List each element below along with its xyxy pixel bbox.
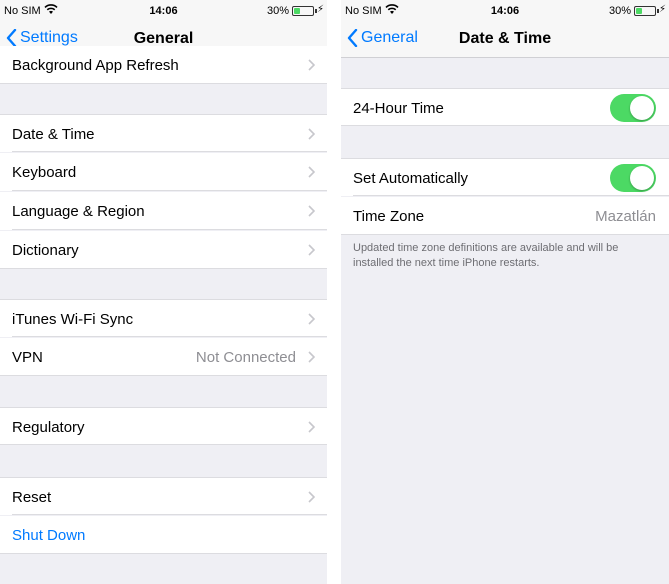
shut-down-button[interactable]: Shut Down bbox=[0, 516, 327, 554]
battery-icon bbox=[634, 6, 659, 16]
battery-icon bbox=[292, 6, 317, 16]
set-automatically-toggle[interactable] bbox=[610, 164, 656, 192]
chevron-right-icon bbox=[308, 313, 315, 325]
row-label: Time Zone bbox=[353, 208, 425, 225]
row-label: Reset bbox=[12, 489, 52, 506]
date-time-screen: No SIM 14:06 30% ⚡ General Date & Time 2… bbox=[341, 0, 669, 584]
row-regulatory[interactable]: Regulatory bbox=[0, 407, 327, 445]
status-bar: No SIM 14:06 30% ⚡ bbox=[341, 0, 669, 22]
row-dictionary[interactable]: Dictionary bbox=[0, 231, 327, 269]
row-label: 24-Hour Time bbox=[353, 100, 444, 117]
general-screen: No SIM 14:06 30% ⚡ Settings General Back… bbox=[0, 0, 327, 584]
time-zone-footnote: Updated time zone definitions are availa… bbox=[353, 242, 619, 269]
page-title: Date & Time bbox=[458, 30, 552, 47]
chevron-right-icon bbox=[308, 491, 315, 503]
chevron-right-icon bbox=[308, 128, 315, 140]
row-background-app-refresh[interactable]: Background App Refresh bbox=[0, 46, 327, 84]
row-label: iTunes Wi-Fi Sync bbox=[12, 311, 134, 328]
chevron-right-icon bbox=[308, 59, 315, 71]
row-label: Set Automatically bbox=[353, 170, 469, 187]
row-language-region[interactable]: Language & Region bbox=[0, 192, 327, 230]
battery-percent: 30% bbox=[266, 5, 289, 17]
row-label: VPN bbox=[12, 349, 43, 366]
chevron-right-icon bbox=[308, 205, 315, 217]
nav-bar: General Date & Time bbox=[341, 22, 669, 58]
row-time-zone[interactable]: Time Zone Mazatlán bbox=[341, 197, 669, 235]
row-reset[interactable]: Reset bbox=[0, 477, 327, 515]
row-label: Language & Region bbox=[12, 203, 145, 220]
row-label: Regulatory bbox=[12, 419, 85, 436]
status-bar: No SIM 14:06 30% ⚡ bbox=[0, 0, 327, 22]
row-24-hour-time: 24-Hour Time bbox=[341, 88, 669, 126]
chevron-right-icon bbox=[308, 351, 315, 363]
chevron-right-icon bbox=[308, 421, 315, 433]
charging-icon: ⚡ bbox=[316, 4, 324, 15]
row-keyboard[interactable]: Keyboard bbox=[0, 153, 327, 191]
battery-percent: 30% bbox=[608, 5, 631, 17]
vpn-status: Not Connected bbox=[195, 349, 296, 366]
row-date-time[interactable]: Date & Time bbox=[0, 114, 327, 152]
row-label: Shut Down bbox=[12, 527, 86, 544]
row-vpn[interactable]: VPN Not Connected bbox=[0, 338, 327, 376]
row-itunes-wifi-sync[interactable]: iTunes Wi-Fi Sync bbox=[0, 299, 327, 337]
charging-icon: ⚡ bbox=[658, 4, 666, 15]
row-label: Keyboard bbox=[12, 164, 77, 181]
time-zone-value: Mazatlán bbox=[595, 208, 656, 225]
row-label: Date & Time bbox=[12, 126, 95, 143]
row-label: Background App Refresh bbox=[12, 57, 179, 74]
row-label: Dictionary bbox=[12, 242, 79, 259]
chevron-right-icon bbox=[308, 166, 315, 178]
24-hour-time-toggle[interactable] bbox=[610, 94, 656, 122]
row-set-automatically: Set Automatically bbox=[341, 158, 669, 196]
chevron-right-icon bbox=[308, 244, 315, 256]
